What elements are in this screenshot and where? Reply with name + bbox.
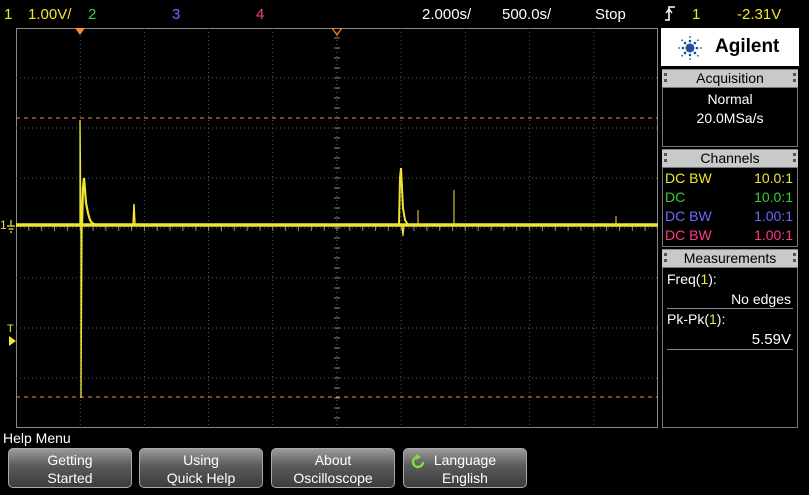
ch1-probe: 10.0:1 bbox=[754, 170, 793, 186]
delay-value[interactable]: 500.0s/ bbox=[502, 6, 551, 23]
freq-label: Freq(1): bbox=[667, 271, 717, 287]
freq-value: No edges bbox=[731, 291, 791, 307]
acquisition-mode: Normal bbox=[707, 91, 753, 107]
softkey-label: Started bbox=[47, 470, 93, 486]
measurements-header[interactable]: Measurements bbox=[662, 249, 798, 267]
softkey-label: About bbox=[314, 452, 352, 468]
ch2-probe: 10.0:1 bbox=[754, 189, 793, 205]
ch2-coupling: DC bbox=[665, 189, 686, 205]
brand-header: Agilent bbox=[661, 28, 799, 66]
trigger-arrow-icon bbox=[9, 336, 16, 346]
ch3-number[interactable]: 3 bbox=[172, 6, 180, 23]
channels-header-label: Channels bbox=[700, 150, 760, 166]
ch4-number[interactable]: 4 bbox=[256, 6, 264, 23]
channels-box: DC BW 10.0:1 DC 10.0:1 DC BW 1.00:1 DC B… bbox=[662, 167, 798, 247]
status-bar: 1 1.00V/ 2 3 4 2.000s/ 500.0s/ Stop 1 -2… bbox=[0, 0, 809, 28]
trigger-marker[interactable]: T bbox=[7, 323, 14, 335]
about-oscilloscope-button[interactable]: About Oscilloscope bbox=[271, 448, 395, 488]
acquisition-header-label: Acquisition bbox=[696, 70, 764, 86]
ground-icon bbox=[7, 220, 15, 233]
ch4-probe: 1.00:1 bbox=[754, 227, 793, 243]
trigger-channel[interactable]: 1 bbox=[692, 6, 700, 23]
softkey-label: Quick Help bbox=[166, 470, 236, 486]
info-panel: Agilent Acquisition Normal 20.0MSa/s Cha… bbox=[661, 28, 799, 428]
help-menu-title: Help Menu bbox=[3, 430, 71, 446]
acquisition-box: Normal 20.0MSa/s bbox=[662, 87, 798, 147]
trigger-edge-icon bbox=[664, 4, 676, 26]
sample-rate: 20.0MSa/s bbox=[696, 110, 764, 126]
softkey-label: English bbox=[442, 470, 488, 486]
ch2-number[interactable]: 2 bbox=[88, 6, 96, 23]
ch1-number[interactable]: 1 bbox=[4, 6, 12, 23]
time-scale[interactable]: 2.000s/ bbox=[422, 6, 471, 23]
ch1-coupling: DC BW bbox=[665, 170, 712, 186]
channels-header[interactable]: Channels bbox=[662, 149, 798, 167]
pkpk-label: Pk-Pk(1): bbox=[667, 311, 726, 327]
agilent-spark-icon bbox=[678, 36, 702, 60]
using-quick-help-button[interactable]: Using Quick Help bbox=[139, 448, 263, 488]
pkpk-value: 5.59V bbox=[751, 331, 791, 348]
ch3-probe: 1.00:1 bbox=[754, 208, 793, 224]
trigger-level[interactable]: -2.31V bbox=[737, 6, 781, 23]
softkey-label: Getting bbox=[47, 452, 93, 468]
ch4-coupling: DC BW bbox=[665, 227, 712, 243]
trigger-marker-label: T bbox=[7, 323, 14, 335]
run-state[interactable]: Stop bbox=[595, 6, 626, 23]
measurements-header-label: Measurements bbox=[683, 250, 777, 266]
waveform-display[interactable] bbox=[16, 28, 658, 428]
ch1-scale[interactable]: 1.00V/ bbox=[28, 6, 71, 23]
brand-name: Agilent bbox=[715, 36, 780, 57]
measurements-box: Freq(1): No edges Pk-Pk(1): 5.59V bbox=[662, 267, 798, 428]
softkey-label: Oscilloscope bbox=[293, 470, 373, 486]
getting-started-button[interactable]: Getting Started bbox=[8, 448, 132, 488]
softkey-label: Using bbox=[183, 452, 219, 468]
language-button[interactable]: Language English bbox=[403, 448, 527, 488]
ch3-coupling: DC BW bbox=[665, 208, 712, 224]
rotate-knob-icon bbox=[411, 454, 425, 469]
acquisition-header[interactable]: Acquisition bbox=[662, 69, 798, 87]
